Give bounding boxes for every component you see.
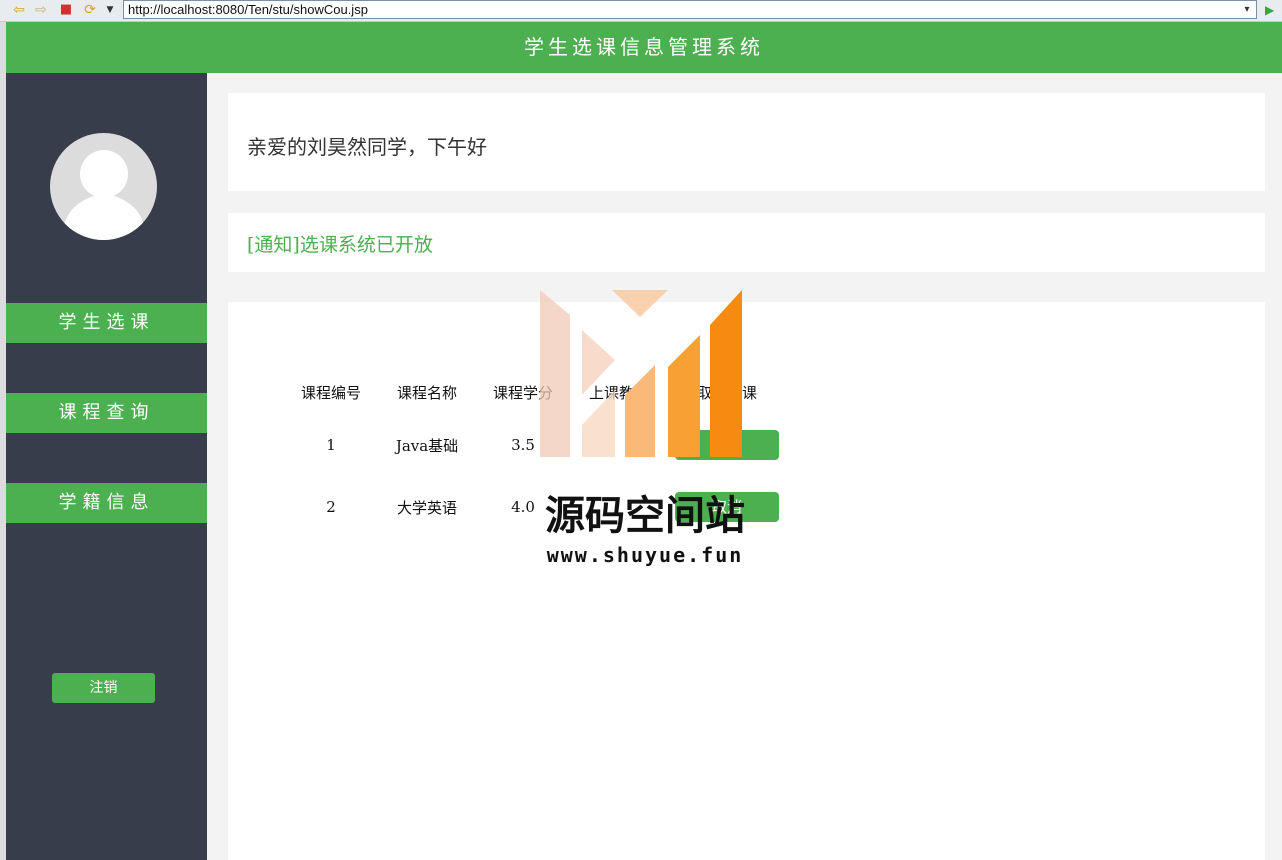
cell-course-name: Java基础	[395, 436, 459, 455]
stop-icon[interactable]: ■	[57, 1, 75, 19]
cell-course-id: 1	[326, 436, 336, 454]
cancel-course-button[interactable]: 取消	[675, 492, 779, 522]
cell-course-id: 2	[326, 498, 336, 516]
cell-course-credit: 3.5	[511, 436, 535, 454]
address-url: http://localhost:8080/Ten/stu/showCou.js…	[128, 2, 368, 17]
avatar-head-shape	[80, 150, 128, 198]
history-dropdown-icon[interactable]: ▼	[101, 1, 119, 19]
table-row: 1 Java基础 3.5 取消	[283, 414, 787, 476]
forward-arrow-icon[interactable]: ⇨	[32, 1, 50, 19]
browser-toolbar: ⇦ ⇨ ■ ⟳ ▼ http://localhost:8080/Ten/stu/…	[0, 0, 1282, 22]
back-arrow-icon[interactable]: ⇦	[10, 1, 28, 19]
course-table-card: 课程编号 课程名称 课程学分 上课教室 取消选课 1 Java基础 3.5 取消	[228, 302, 1265, 860]
logout-button[interactable]: 注销	[52, 673, 155, 703]
course-table: 课程编号 课程名称 课程学分 上课教室 取消选课 1 Java基础 3.5 取消	[283, 370, 787, 538]
avatar	[50, 133, 157, 240]
column-header-credit: 课程学分	[492, 383, 553, 402]
cell-course-name: 大学英语	[396, 498, 457, 517]
greeting-text: 亲爱的刘昊然同学，下午好	[247, 135, 487, 159]
column-header-name: 课程名称	[396, 383, 457, 402]
cell-cancel: 取消	[667, 414, 787, 476]
sidebar-item-student-info[interactable]: 学籍信息	[6, 483, 207, 523]
column-header-room: 上课教室	[588, 383, 649, 402]
notice-link[interactable]: [通知]选课系统已开放	[247, 230, 433, 257]
avatar-body-shape	[62, 195, 146, 240]
cell-course-room	[571, 476, 667, 538]
column-header-cancel: 取消选课	[696, 383, 757, 402]
chevron-down-icon[interactable]: ▾	[1239, 1, 1255, 18]
address-bar-input[interactable]: http://localhost:8080/Ten/stu/showCou.js…	[123, 0, 1257, 19]
sidebar-item-course-selection[interactable]: 学生选课	[6, 303, 207, 343]
cell-course-credit: 4.0	[511, 498, 535, 516]
refresh-icon[interactable]: ⟳	[81, 1, 99, 19]
cancel-course-button[interactable]: 取消	[675, 430, 779, 460]
go-icon[interactable]: ▶	[1265, 1, 1281, 19]
main-content: 亲爱的刘昊然同学，下午好 [通知]选课系统已开放 课程编号 课程名称 课程学分 …	[207, 73, 1282, 860]
cell-cancel: 取消	[667, 476, 787, 538]
sidebar: 学生选课 课程查询 学籍信息 注销	[6, 73, 207, 860]
table-header-row: 课程编号 课程名称 课程学分 上课教室 取消选课	[283, 370, 787, 414]
cell-course-room	[571, 414, 667, 476]
table-row: 2 大学英语 4.0 取消	[283, 476, 787, 538]
sidebar-item-course-query[interactable]: 课程查询	[6, 393, 207, 433]
column-header-id: 课程编号	[300, 383, 361, 402]
page-title: 学生选课信息管理系统	[6, 22, 1282, 73]
